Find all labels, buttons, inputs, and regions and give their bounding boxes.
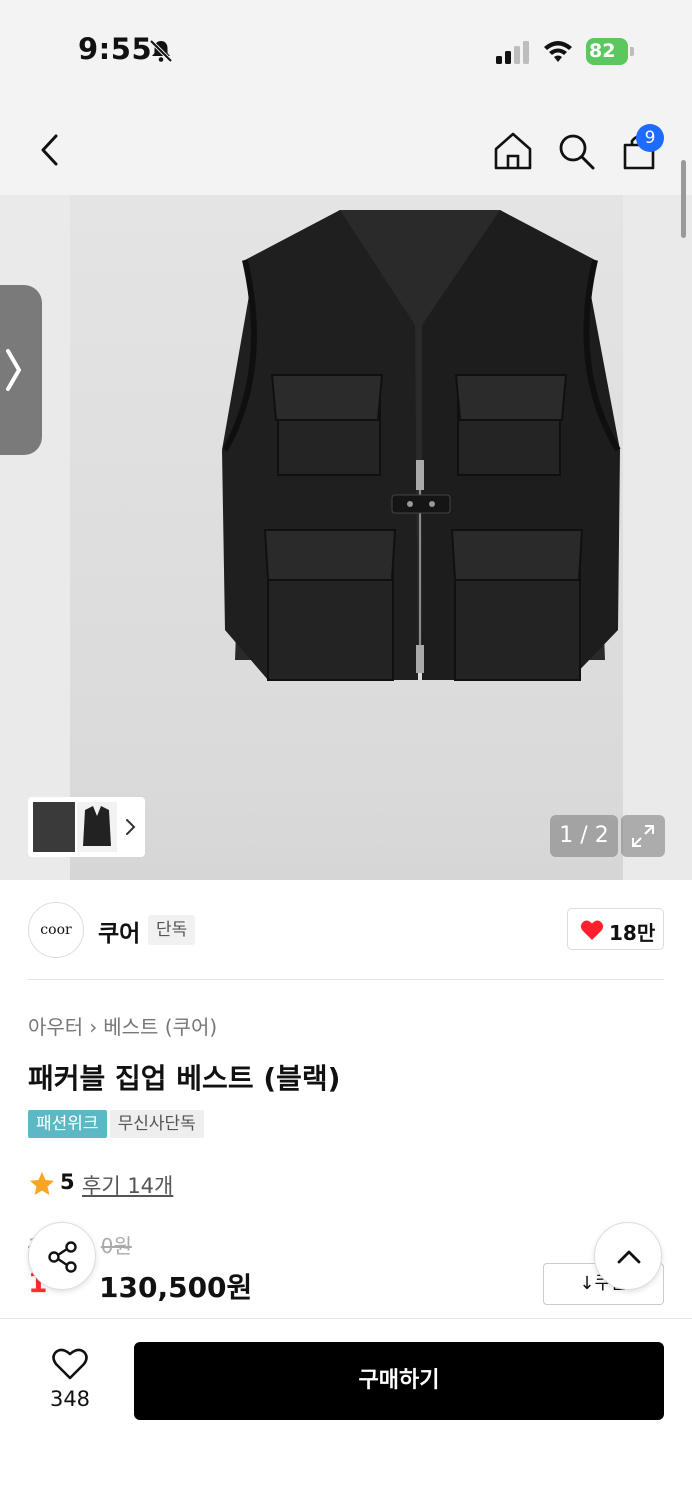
chevron-right-icon	[126, 819, 136, 835]
battery-body: 82	[586, 38, 628, 65]
side-panel-tab[interactable]	[0, 285, 42, 455]
chevron-up-icon	[617, 1250, 641, 1264]
share-button[interactable]	[28, 1222, 96, 1290]
tag-row: 패션위크 무신사단독	[28, 1110, 204, 1138]
breadcrumb: 아우터 › 베스트 (쿠어)	[28, 1011, 217, 1040]
status-bar: 9:55 82	[0, 0, 692, 100]
star-icon	[30, 1172, 54, 1195]
review-link[interactable]: 후기 14개	[82, 1170, 173, 1200]
buy-button[interactable]: 구매하기	[134, 1342, 664, 1420]
vest-image	[222, 210, 621, 681]
image-page-counter: 1 / 2	[550, 815, 618, 857]
chevron-right-icon: ›	[89, 1015, 98, 1039]
top-nav: 9	[0, 100, 692, 195]
brand-like-button[interactable]: 18만	[567, 908, 664, 950]
expand-icon	[632, 825, 654, 847]
back-icon[interactable]	[30, 130, 70, 170]
scroll-to-top-button[interactable]	[594, 1222, 662, 1290]
cart-count-badge: 9	[636, 124, 664, 152]
status-time: 9:55	[78, 32, 153, 66]
brand-name[interactable]: 쿠어	[98, 914, 140, 948]
thumbnail-strip[interactable]	[28, 797, 145, 857]
sale-price: 130,500원	[99, 1271, 253, 1304]
home-icon[interactable]	[492, 130, 534, 172]
battery-cap	[630, 47, 634, 56]
tag-exclusive: 무신사단독	[109, 1110, 204, 1138]
breadcrumb-item[interactable]: 베스트 (쿠어)	[103, 1015, 217, 1039]
heart-filled-icon	[580, 920, 604, 940]
battery-charging-icon: 82	[586, 38, 634, 65]
share-icon	[48, 1241, 77, 1273]
scrollbar[interactable]	[681, 160, 686, 238]
thumbnail-model[interactable]	[33, 802, 75, 852]
bell-slash-icon	[149, 39, 173, 63]
signal-icon	[496, 41, 529, 64]
breadcrumb-item[interactable]: 아우터	[28, 1015, 83, 1039]
chevron-right-icon	[6, 349, 21, 391]
thumbnail-vest-image	[83, 806, 111, 846]
heart-outline-icon[interactable]	[51, 1347, 89, 1381]
product-gallery[interactable]: 1 / 2	[0, 195, 692, 880]
divider	[28, 979, 664, 980]
wifi-icon	[544, 41, 572, 62]
battery-level: 82	[589, 40, 616, 62]
tag-fashion-week: 패션위크	[28, 1110, 107, 1138]
brand-logo[interactable]: coor	[28, 902, 84, 958]
brand-exclusive-badge: 단독	[148, 915, 196, 945]
thumbnail-vest[interactable]	[77, 802, 117, 852]
search-icon[interactable]	[555, 130, 597, 172]
brand-like-count: 18만	[609, 921, 656, 945]
bottom-action-bar: 348 구매하기	[0, 1318, 692, 1500]
expand-button[interactable]	[621, 815, 665, 857]
original-price-tail: 0원	[100, 1234, 132, 1258]
wishlist-count: 348	[49, 1387, 91, 1411]
rating-score: 5	[60, 1170, 75, 1194]
product-image[interactable]	[70, 195, 623, 880]
product-title: 패커블 집업 베스트 (블랙)	[28, 1062, 341, 1095]
